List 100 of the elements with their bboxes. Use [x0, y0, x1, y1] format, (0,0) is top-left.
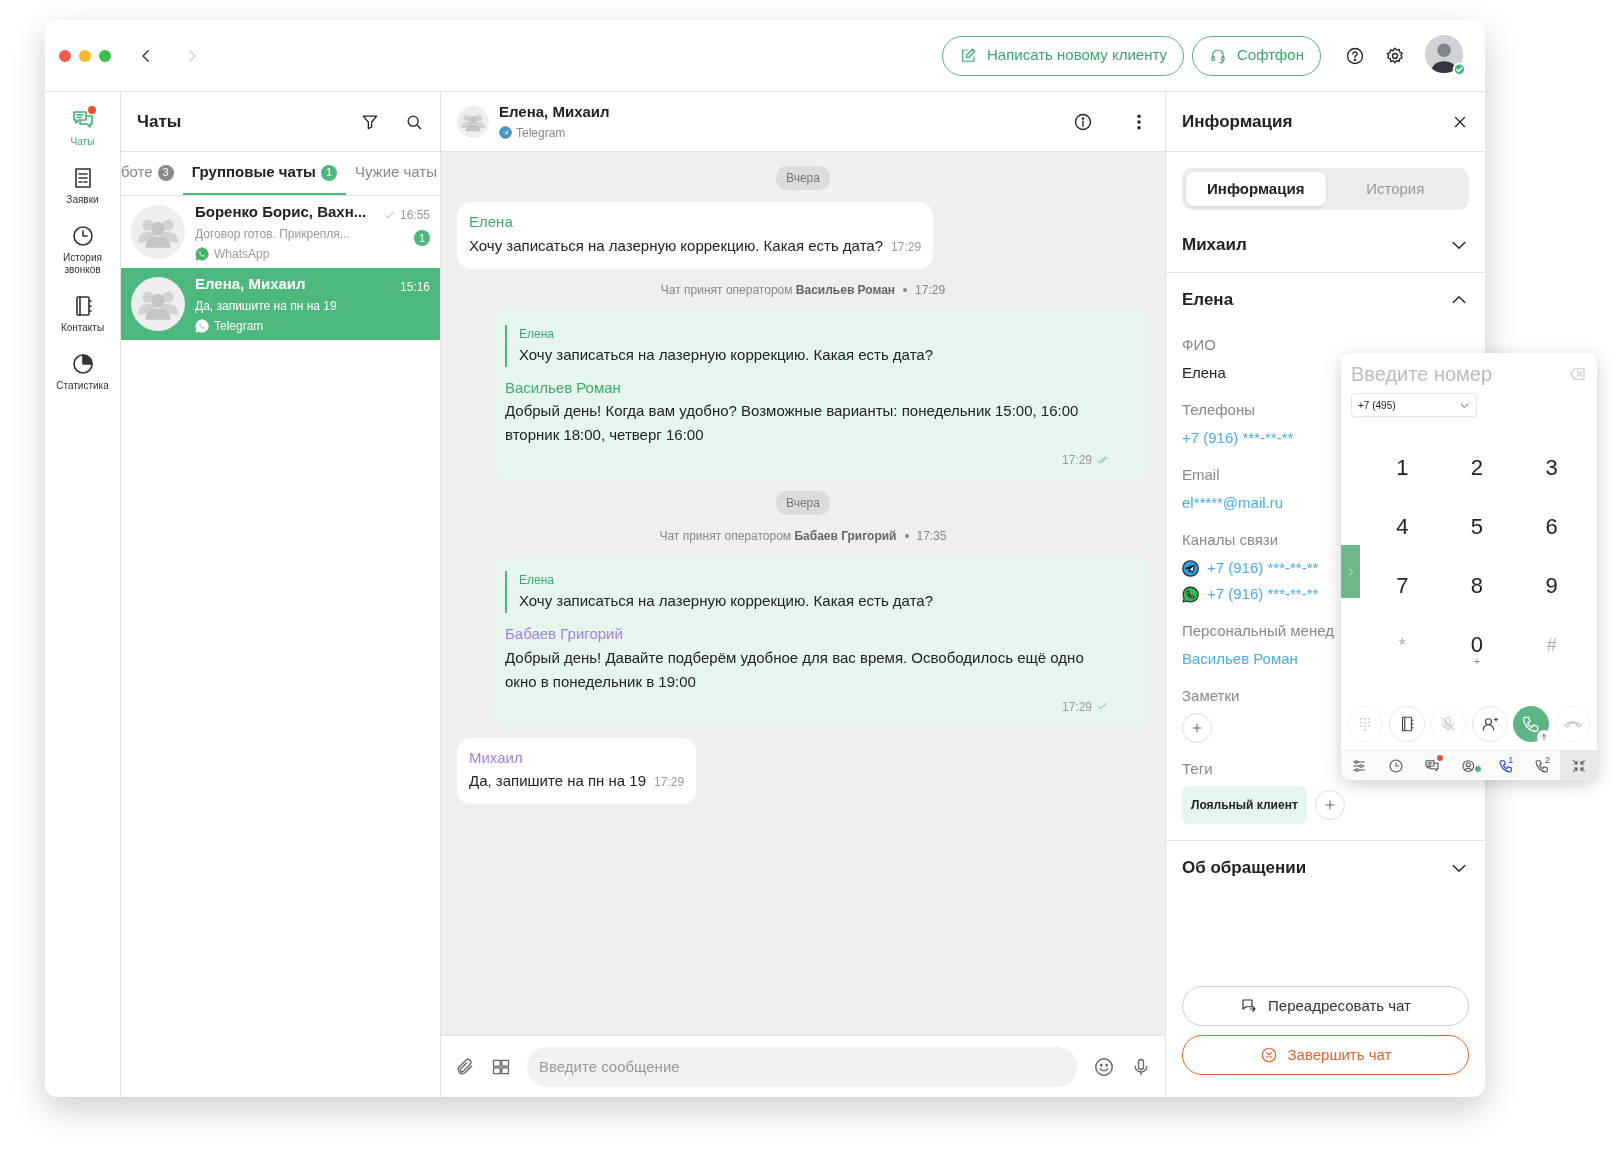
field-label: Каналы связи [1182, 530, 1279, 550]
rail-item[interactable]: Контакты [47, 294, 118, 334]
phone-bubble-icon [1182, 585, 1199, 603]
group-avatar [457, 105, 489, 138]
rail-item[interactable]: Заявки [47, 166, 118, 206]
quote-text: Хочу записаться на лазерную коррекцию. Какая есть дата? [519, 591, 935, 611]
group-avatar [131, 205, 185, 259]
round-button[interactable] [1388, 706, 1425, 742]
phone-icon [1497, 757, 1514, 774]
plus-icon [1322, 798, 1337, 812]
segment-tab[interactable]: Информация [1186, 172, 1326, 206]
author-name: Михаил [469, 747, 524, 768]
field-label: Теги [1182, 759, 1213, 779]
dial-key[interactable]: 7 [1365, 573, 1440, 617]
dial-key[interactable]: 6 [1514, 514, 1589, 558]
chat-title: Елена, Михаил [499, 102, 611, 123]
help-icon[interactable] [1345, 45, 1365, 66]
field-value: Елена [1182, 363, 1226, 383]
quote-author: Елена [519, 572, 555, 589]
info-icon[interactable] [1073, 111, 1093, 132]
field-label: Телефоны [1182, 400, 1255, 420]
chat-item[interactable]: Боренко Борис, Вахн... Договор готов. Прикрепля... WhatsApp 16:55 1 [121, 196, 440, 268]
paper-plane-icon [1182, 559, 1199, 577]
message-time: 17:35 [916, 528, 947, 545]
toolbar-item[interactable]: 2 [1523, 751, 1561, 780]
dial-key[interactable]: 3 [1514, 455, 1589, 499]
add-person-icon [1480, 715, 1499, 733]
prefix-select[interactable]: +7 (495) [1351, 393, 1477, 417]
dial-key[interactable]: 8 [1439, 573, 1515, 617]
message-input[interactable]: Введите сообщение [527, 1046, 1077, 1087]
channel-name: WhatsApp [214, 246, 270, 264]
arrow-up-icon [1539, 732, 1550, 742]
system-message: Чат принят оператором Бабаев Григорий [659, 528, 897, 545]
channel-name: Telegram [516, 124, 566, 142]
dial-key[interactable]: 0 + [1439, 632, 1515, 676]
rail-item[interactable]: Статистика [47, 352, 118, 392]
message-time: 17:29 [1061, 452, 1092, 469]
chat-bubbles-icon [1424, 757, 1441, 774]
section-title: Об обращении [1182, 857, 1307, 880]
round-button[interactable] [1471, 706, 1508, 742]
group-avatar [131, 277, 185, 331]
quote-text: Хочу записаться на лазерную коррекцию. Какая есть дата? [519, 344, 935, 365]
paper-plane-icon [499, 126, 512, 140]
clock-icon [70, 224, 95, 248]
message-time: 17:29 [654, 775, 685, 789]
phone-bubble-icon [195, 247, 209, 262]
tag-chip[interactable]: Лояльный клиент [1182, 786, 1307, 824]
phone-icon [1534, 757, 1551, 774]
message-preview: Да, запишите на пн на 19 [195, 298, 338, 316]
quote-author: Елена [519, 325, 555, 343]
section-title: Михаил [1182, 234, 1247, 257]
dial-key[interactable]: 5 [1439, 514, 1515, 558]
rail-item[interactable]: История звонков [47, 224, 118, 276]
date-label: Вчера [776, 491, 830, 515]
expand-handle[interactable] [1341, 545, 1360, 598]
dial-key[interactable]: 9 [1514, 573, 1589, 617]
chat-tab[interactable]: боте 3 [121, 152, 183, 195]
dial-key[interactable]: 2 [1439, 455, 1515, 499]
panel-title: Чаты [137, 110, 183, 133]
settings-icon[interactable] [1385, 45, 1405, 66]
message-time: 17:29 [915, 281, 946, 299]
plus-icon [1190, 721, 1204, 735]
message-text: Добрый день! Давайте подберём удобное для вас время. Освободилось ещё одно окно в понедельник в 19:00 [505, 647, 1085, 692]
message-preview: Договор готов. Прикрепля... [195, 226, 351, 244]
author-name: Елена [469, 212, 514, 232]
collapse-icon [1570, 757, 1587, 774]
emoji-icon[interactable] [1093, 1055, 1115, 1078]
chat-time: 15:16 [399, 279, 430, 296]
field-label: ФИО [1182, 335, 1216, 355]
dial-key[interactable]: 1 [1365, 455, 1440, 499]
toolbar-item[interactable]: 1 [1487, 751, 1524, 780]
user-avatar[interactable] [1425, 34, 1467, 77]
toolbar-item[interactable] [1560, 751, 1598, 780]
channel-name: Telegram [214, 318, 264, 336]
window-control[interactable] [59, 49, 71, 62]
close-circle-icon [1259, 1046, 1278, 1064]
phone-bubble-icon [195, 319, 209, 334]
field-label: Заметки [1182, 686, 1240, 706]
forward-chat-button[interactable]: Переадресовать чат [1182, 986, 1469, 1026]
chat-tab[interactable]: Чужие чаты [345, 152, 440, 195]
message-time: 17:29 [891, 239, 922, 254]
prefix-value: +7 (495) [1358, 398, 1396, 413]
system-message: Чат принят оператором Васильев Роман [660, 281, 896, 299]
author-name: Васильев Роман [505, 377, 622, 398]
author-name: Бабаев Григорий [505, 624, 624, 644]
unread-count: 1 [414, 230, 430, 246]
attach-icon[interactable] [455, 1056, 475, 1077]
message-text: Хочу записаться на лазерную коррекцию. Какая есть дата? [469, 236, 884, 254]
field-label: Персональный менед [1182, 621, 1334, 641]
online-dot [1475, 766, 1482, 772]
chat-name: Боренко Борис, Вахн... [195, 201, 368, 222]
message-time: 17:29 [1061, 698, 1092, 716]
date-label: Вчера [776, 166, 830, 190]
field-label: Email [1182, 465, 1220, 485]
forward-icon [1240, 997, 1258, 1015]
chat-tab[interactable]: Групповые чаты 1 [182, 152, 346, 195]
dial-key[interactable]: 4 [1365, 514, 1440, 558]
chat-time: 16:55 [399, 207, 430, 224]
person-icon [1461, 757, 1477, 774]
message-text: Добрый день! Когда вам удобно? Возможные варианты: понедельник 15:00, 16:00 вторник 18:00, четверг 16:00 [505, 401, 1080, 445]
